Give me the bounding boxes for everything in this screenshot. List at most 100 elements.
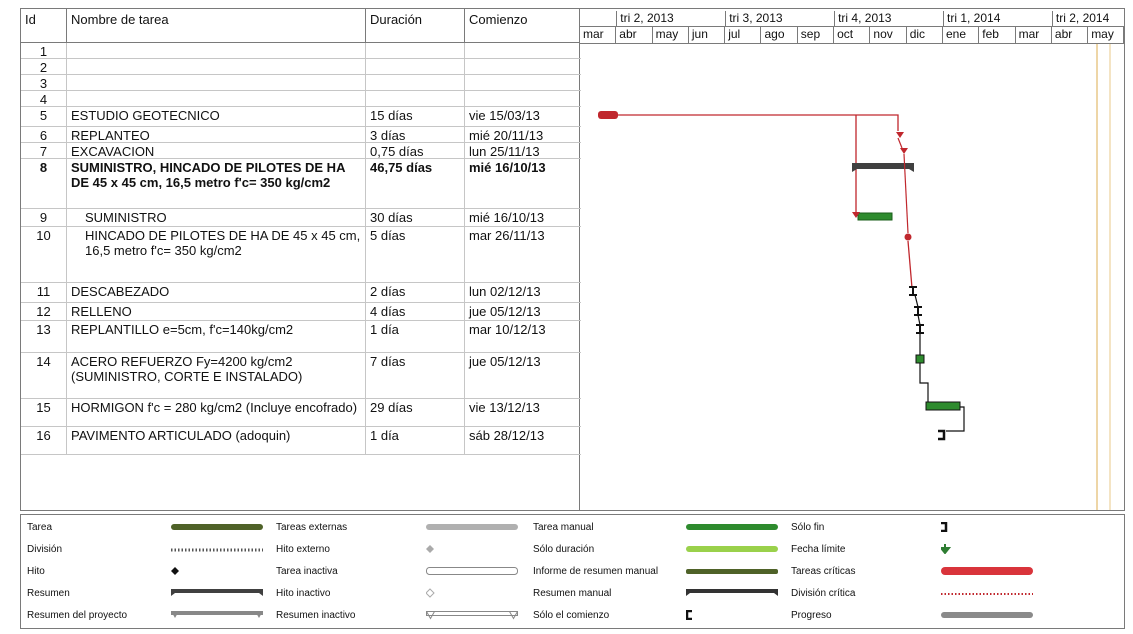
table-row[interactable]: 13 REPLANTILLO e=5cm, f'c=140kg/cm2 1 día m…	[21, 321, 581, 353]
task-start: mié 16/10/13	[469, 210, 545, 225]
table-row[interactable]: 6 REPLANTEO 3 días mié 20/11/13	[21, 127, 581, 143]
column-header-start[interactable]: Comienzo	[465, 9, 579, 43]
task-name	[67, 75, 366, 90]
legend-label: División	[27, 544, 63, 555]
legend-item: Resumen del proyecto	[27, 609, 277, 623]
table-row[interactable]: 15 HORMIGON f'c = 280 kg/cm2 (Incluye enc…	[21, 399, 581, 427]
legend-label: Tarea	[27, 522, 53, 533]
task-duration: 1 día	[366, 427, 465, 454]
table-row[interactable]: 9 SUMINISTRO 30 días mié 16/10/13	[21, 209, 581, 227]
gantt-bar-task-14	[915, 354, 925, 364]
legend-item: Resumen manual	[533, 587, 783, 601]
legend-item: Tarea manual	[533, 521, 783, 535]
legend-item: Hito externo	[276, 543, 526, 557]
task-start: vie 15/03/13	[469, 108, 540, 123]
column-header-id[interactable]: Id	[21, 9, 67, 43]
gantt-bar-task-9	[857, 212, 893, 221]
legend-symbol-icon	[426, 566, 518, 579]
legend-symbol-icon	[941, 566, 1033, 579]
table-row[interactable]: 3	[21, 75, 581, 91]
legend-symbol-icon	[938, 544, 1033, 557]
task-start: mié 16/10/13	[469, 160, 546, 175]
task-duration	[366, 43, 465, 58]
task-id: 2	[21, 59, 67, 75]
task-name: ESTUDIO GEOTECNICO	[67, 107, 366, 126]
task-duration: 7 días	[366, 353, 465, 398]
task-id: 4	[21, 91, 67, 107]
legend-label: Sólo el comienzo	[533, 610, 610, 621]
task-table: Id Nombre de tarea Duración Comienzo 123…	[20, 8, 581, 511]
column-header-name[interactable]: Nombre de tarea	[67, 9, 366, 43]
legend-item: Fecha límite	[791, 543, 1041, 557]
legend-item: Sólo el comienzo	[533, 609, 783, 623]
table-row[interactable]: 1	[21, 43, 581, 59]
task-id: 7	[21, 143, 67, 159]
legend-item: Resumen	[27, 587, 277, 601]
column-header-duration[interactable]: Duración	[366, 9, 465, 43]
gantt-bar-task-10	[904, 233, 912, 241]
task-name: PAVIMENTO ARTICULADO (adoquin)	[67, 427, 366, 454]
legend-label: Fecha límite	[791, 544, 846, 555]
table-row[interactable]: 4	[21, 91, 581, 107]
legend-symbol-icon	[685, 609, 778, 623]
gantt-bar-task-11	[909, 286, 917, 296]
table-row[interactable]: 14 ACERO REFUERZO Fy=4200 kg/cm2 (SUMINIS…	[21, 353, 581, 399]
gantt-bar-task-7	[900, 148, 908, 154]
legend-symbol-icon	[686, 522, 778, 535]
task-start	[465, 91, 579, 106]
task-start: jue 05/12/13	[469, 304, 541, 319]
task-id: 16	[21, 427, 67, 454]
task-name: RELLENO	[67, 303, 366, 320]
table-row[interactable]: 16 PAVIMENTO ARTICULADO (adoquin) 1 día sáb…	[21, 427, 581, 455]
legend-symbol-icon	[941, 521, 1033, 535]
task-start: mié 20/11/13	[469, 128, 544, 143]
task-duration: 1 día	[366, 321, 465, 352]
task-start	[465, 43, 579, 58]
legend-item: Resumen inactivo	[276, 609, 526, 623]
legend-label: Informe de resumen manual	[533, 566, 659, 577]
task-start: vie 13/12/13	[469, 400, 540, 415]
task-duration: 5 días	[366, 227, 465, 282]
link-6-7	[897, 137, 903, 149]
table-row[interactable]: 2	[21, 59, 581, 75]
table-row[interactable]: 12 RELLENO 4 días jue 05/12/13	[21, 303, 581, 321]
task-duration: 4 días	[366, 303, 465, 320]
legend-label: Resumen manual	[533, 588, 612, 599]
legend-symbol-icon	[171, 610, 263, 623]
task-name: REPLANTEO	[67, 127, 366, 143]
table-row[interactable]: 8 SUMINISTRO, HINCADO DE PILOTES DE HA DE…	[21, 159, 581, 209]
task-duration	[366, 75, 465, 90]
gantt-bar-task-12	[914, 306, 922, 316]
task-name	[67, 59, 366, 74]
legend-symbol-icon	[171, 588, 263, 601]
task-start: mar 26/11/13	[469, 228, 545, 243]
legend-item: Tarea inactiva	[276, 565, 526, 579]
task-id: 6	[21, 127, 67, 143]
legend-symbol-icon	[426, 544, 518, 557]
task-id: 12	[21, 303, 67, 320]
legend-label: Tareas críticas	[791, 566, 856, 577]
link-15-16	[946, 406, 965, 432]
task-id: 9	[21, 209, 67, 226]
task-id: 14	[21, 353, 67, 398]
task-id: 1	[21, 43, 67, 59]
legend-label: Hito	[27, 566, 45, 577]
task-name	[67, 43, 366, 58]
task-start: lun 02/12/13	[469, 284, 541, 299]
task-duration	[366, 91, 465, 106]
table-row[interactable]: 10 HINCADO DE PILOTES DE HA DE 45 x 45 cm…	[21, 227, 581, 283]
link-11-12	[914, 294, 919, 308]
table-row[interactable]: 7 EXCAVACION 0,75 días lun 25/11/13	[21, 143, 581, 159]
gantt-bars	[598, 44, 1111, 510]
task-name: REPLANTILLO e=5cm, f'c=140kg/cm2	[67, 321, 366, 352]
link-14-15	[919, 363, 929, 403]
legend-label: Sólo fin	[791, 522, 825, 533]
table-row[interactable]: 11 DESCABEZADO 2 días lun 02/12/13	[21, 283, 581, 303]
link-12-13	[917, 314, 921, 326]
gantt-bar-task-15	[925, 401, 961, 411]
table-row[interactable]: 5 ESTUDIO GEOTECNICO 15 días vie 15/03/13	[21, 107, 581, 127]
task-start: lun 25/11/13	[469, 144, 540, 159]
task-duration: 29 días	[366, 399, 465, 426]
task-name	[67, 91, 366, 106]
link-10-11	[907, 240, 913, 289]
